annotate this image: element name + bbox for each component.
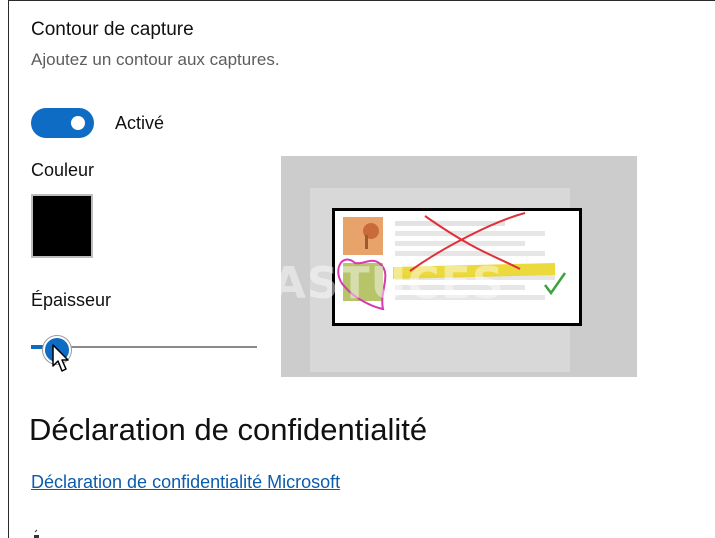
window-top-border	[8, 0, 715, 1]
privacy-title: Déclaration de confidentialité	[29, 412, 428, 447]
window-left-border	[8, 0, 9, 538]
watermark-text: PC ASTUCES	[281, 258, 505, 309]
capture-border-toggle[interactable]	[31, 108, 94, 138]
toggle-knob	[71, 116, 85, 130]
mouse-pointer-icon	[52, 344, 69, 372]
thickness-label: Épaisseur	[31, 290, 112, 310]
color-label: Couleur	[31, 160, 95, 180]
color-swatch-button[interactable]	[31, 194, 93, 258]
border-preview-image: PC ASTUCES	[281, 156, 637, 377]
capture-border-title: Contour de capture	[31, 19, 194, 40]
toggle-state-label: Activé	[115, 113, 165, 133]
capture-border-description: Ajoutez un contour aux captures.	[31, 50, 280, 69]
privacy-statement-link[interactable]: Déclaration de confidentialité Microsoft	[31, 472, 340, 493]
partial-text-glyph	[34, 529, 39, 538]
